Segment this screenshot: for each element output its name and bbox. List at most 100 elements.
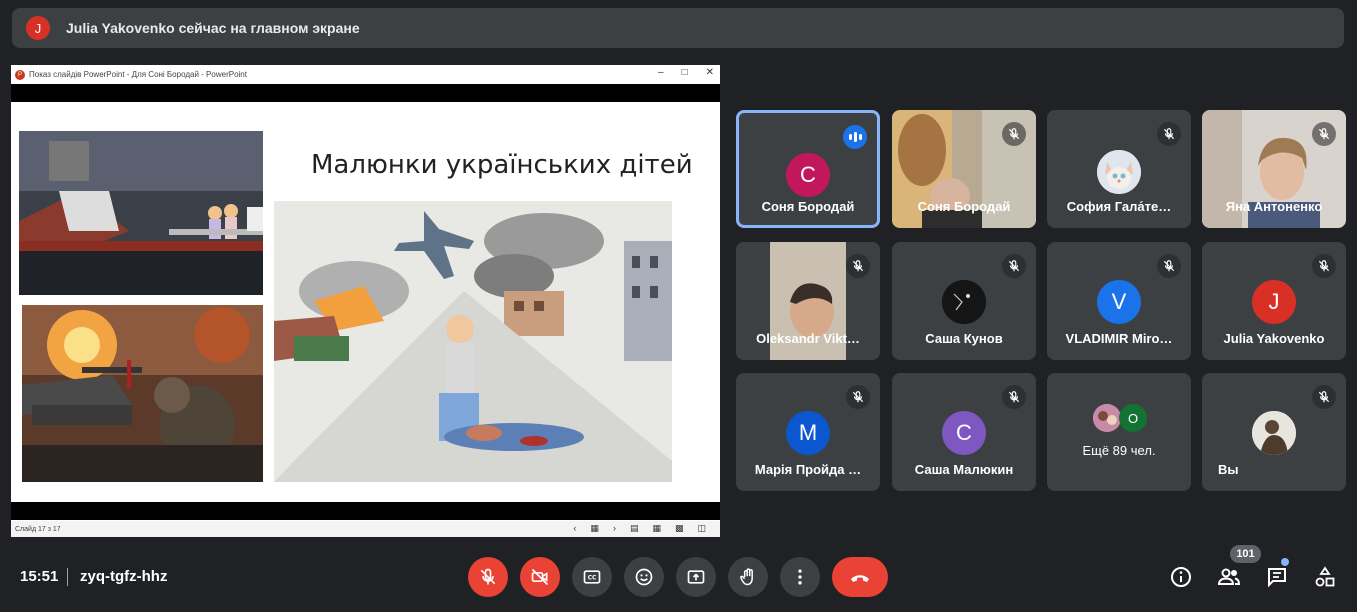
participant-tile-oleksandr[interactable]: Oleksandr Vikt… (736, 242, 880, 360)
child-drawing-war-scene (274, 201, 672, 482)
captions-button[interactable]: CC (572, 557, 612, 597)
participant-name: Соня Бородай (761, 199, 855, 214)
self-photo-avatar (1252, 411, 1296, 455)
presenting-text: Julia Yakovenko сейчас на главном экране (66, 20, 360, 36)
more-participants-label: Ещё 89 чел. (1082, 443, 1156, 458)
normal-view-icon: ▤ (629, 523, 639, 533)
pp-window-title: Показ слайдів PowerPoint - Для Соні Боро… (29, 70, 247, 79)
presenter-avatar: J (26, 16, 50, 40)
slide-counter: Слайд 17 з 17 (15, 525, 61, 533)
meeting-details-button[interactable] (1168, 564, 1194, 590)
muted-mic-icon (1312, 385, 1336, 409)
control-bar: 15:51 zyq-tgfz-hhz CC 101 (0, 545, 1357, 612)
participant-tile-sasha-malyukin[interactable]: С Саша Малюкин (892, 373, 1036, 491)
slideshow-view-icon: ◫ (697, 523, 706, 533)
stacked-avatar-photo (1093, 404, 1121, 432)
participant-tile-yana[interactable]: Яна Антоненко (1202, 110, 1346, 228)
prev-slide-icon: ‹ (573, 523, 577, 533)
participant-tile-vladimir[interactable]: V VLADIMIR Miro… (1047, 242, 1191, 360)
slide-menu-icon: ▦ (590, 523, 599, 533)
pp-statusbar: Слайд 17 з 17 ‹ ▦ › ▤ ▦ ▩ ◫ (11, 521, 720, 537)
info-icon (1171, 567, 1191, 587)
pp-titlebar: P Показ слайдів PowerPoint - Для Соні Бо… (11, 65, 720, 84)
participant-name: Яна Антоненко (1225, 199, 1323, 214)
mic-off-icon (480, 568, 496, 585)
camera-toggle-button[interactable] (520, 557, 560, 597)
participant-tile-sonia-2[interactable]: Соня Бородай (892, 110, 1036, 228)
muted-mic-icon (1002, 122, 1026, 146)
present-screen-button[interactable] (676, 557, 716, 597)
emoji-icon (635, 568, 653, 586)
activities-icon (1315, 566, 1335, 587)
participant-count-badge: 101 (1230, 545, 1261, 563)
muted-mic-icon (1002, 385, 1026, 409)
leave-call-button[interactable] (832, 557, 888, 597)
sorter-view-icon: ▦ (652, 523, 661, 533)
maximize-icon: □ (681, 67, 688, 78)
participant-tile-julia[interactable]: J Julia Yakovenko (1202, 242, 1346, 360)
child-drawing-ruins (19, 131, 263, 295)
more-options-button[interactable] (780, 557, 820, 597)
participant-tile-self[interactable]: Вы (1202, 373, 1346, 491)
present-icon (687, 570, 705, 584)
muted-mic-icon (1312, 254, 1336, 278)
participant-tile-sasha-kunov[interactable]: Саша Кунов (892, 242, 1036, 360)
raise-hand-button[interactable] (728, 557, 768, 597)
participant-avatar: V (1097, 280, 1141, 324)
people-icon (1217, 568, 1241, 585)
more-participants-tile[interactable]: O Ещё 89 чел. (1047, 373, 1191, 491)
participant-avatar: J (1252, 280, 1296, 324)
clock: 15:51 (20, 568, 59, 585)
muted-mic-icon (1002, 254, 1026, 278)
slide: Малюнки українських дітей (11, 102, 720, 502)
slide-title: Малюнки українських дітей (311, 150, 693, 180)
muted-mic-icon (846, 385, 870, 409)
stacked-avatar-letter: O (1119, 404, 1147, 432)
child-drawing-tank (22, 305, 263, 482)
muted-mic-icon (1157, 122, 1181, 146)
participant-tile-sofia[interactable]: София Гала́те… (1047, 110, 1191, 228)
pp-status-controls: ‹ ▦ › ▤ ▦ ▩ ◫ (573, 523, 706, 534)
participant-avatar: M (786, 411, 830, 455)
participant-name: Саша Кунов (925, 331, 1003, 346)
meeting-code: zyq-tgfz-hhz (80, 568, 168, 585)
chat-button[interactable] (1264, 564, 1290, 590)
reactions-button[interactable] (624, 557, 664, 597)
more-vert-icon (798, 569, 802, 585)
hand-icon (740, 568, 753, 586)
powerpoint-icon: P (15, 69, 25, 80)
captions-icon: CC (583, 570, 601, 584)
hang-up-icon (851, 575, 869, 582)
reading-view-icon: ▩ (674, 523, 684, 533)
chat-icon (1268, 568, 1286, 588)
people-button[interactable] (1216, 564, 1242, 590)
letterbox-top (11, 84, 720, 102)
participant-tile-sonia-1[interactable]: С Соня Бородай (736, 110, 880, 228)
participant-name: Вы (1218, 462, 1239, 477)
participant-name: Марія Пройда … (754, 462, 862, 477)
participant-name: Julia Yakovenko (1223, 331, 1325, 346)
mic-toggle-button[interactable] (468, 557, 508, 597)
participant-tile-mariia[interactable]: M Марія Пройда … (736, 373, 880, 491)
next-slide-icon: › (612, 523, 616, 533)
participant-name: Саша Малюкин (914, 462, 1014, 477)
participant-name: Oleksandr Vikt… (756, 331, 860, 346)
participant-name: София Гала́те… (1066, 199, 1172, 214)
pp-window-controls: – □ ✕ (658, 67, 714, 78)
participant-avatar: С (786, 153, 830, 197)
camera-off-icon (531, 568, 549, 586)
divider (67, 568, 68, 586)
presenting-banner: J Julia Yakovenko сейчас на главном экра… (12, 8, 1344, 48)
cat-avatar-icon (1097, 150, 1141, 194)
participant-name: VLADIMIR Miro… (1065, 331, 1173, 346)
participant-avatar: С (942, 411, 986, 455)
close-icon: ✕ (705, 67, 714, 78)
letterbox-bottom (11, 502, 720, 520)
muted-mic-icon (1157, 254, 1181, 278)
speaking-indicator-icon (843, 125, 867, 149)
muted-mic-icon (846, 254, 870, 278)
activities-button[interactable] (1312, 564, 1338, 590)
dark-photo-avatar (942, 280, 986, 324)
minimize-icon: – (658, 67, 664, 78)
chat-notification-dot (1281, 558, 1289, 566)
